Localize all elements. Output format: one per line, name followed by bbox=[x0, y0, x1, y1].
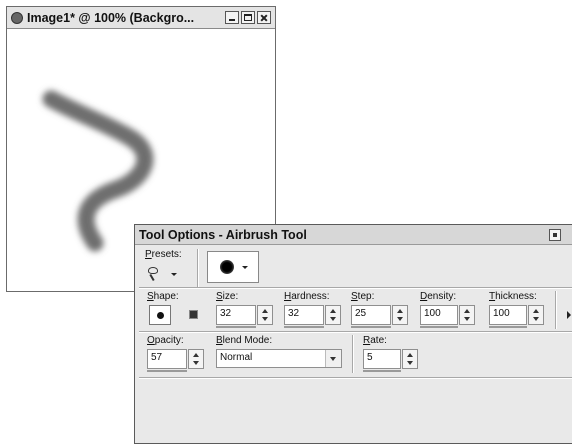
density-input[interactable]: 100 bbox=[420, 305, 458, 325]
minimize-button[interactable] bbox=[225, 11, 239, 24]
divider bbox=[555, 291, 557, 329]
divider bbox=[139, 331, 572, 333]
chevron-down-icon bbox=[171, 272, 177, 276]
opacity-spinner[interactable] bbox=[188, 349, 204, 369]
palette-menu-button[interactable] bbox=[549, 228, 561, 241]
opacity-input[interactable]: 57 bbox=[147, 349, 187, 369]
image-doc-icon bbox=[11, 11, 23, 24]
divider bbox=[197, 249, 199, 287]
brush-tip-selector[interactable] bbox=[207, 251, 259, 283]
square-shape-button[interactable] bbox=[183, 305, 205, 325]
step-label: Step: bbox=[351, 291, 375, 302]
presets-label: Presets: bbox=[145, 249, 182, 260]
thickness-slider[interactable] bbox=[489, 326, 527, 328]
chevron-down-icon bbox=[242, 266, 248, 269]
image-window-title: Image1* @ 100% (Backgro... bbox=[27, 10, 195, 25]
size-slider[interactable] bbox=[216, 326, 256, 328]
opacity-slider[interactable] bbox=[147, 370, 187, 372]
step-slider[interactable] bbox=[351, 326, 391, 328]
chevron-down-icon[interactable] bbox=[325, 350, 341, 367]
rate-input[interactable]: 5 bbox=[363, 349, 401, 369]
thickness-input[interactable]: 100 bbox=[489, 305, 527, 325]
round-brush-tip-icon bbox=[220, 260, 234, 274]
size-label: Size: bbox=[216, 291, 239, 302]
thickness-spinner[interactable] bbox=[528, 305, 544, 325]
rate-slider[interactable] bbox=[363, 370, 401, 372]
divider bbox=[352, 335, 354, 373]
tool-options-title: Tool Options - Airbrush Tool bbox=[139, 227, 307, 242]
density-spinner[interactable] bbox=[459, 305, 475, 325]
size-spinner[interactable] bbox=[257, 305, 273, 325]
hardness-slider[interactable] bbox=[284, 326, 324, 328]
presets-dropdown[interactable] bbox=[145, 265, 179, 283]
rate-spinner[interactable] bbox=[402, 349, 418, 369]
density-label: Density: bbox=[420, 291, 457, 302]
step-spinner[interactable] bbox=[392, 305, 408, 325]
size-input[interactable]: 32 bbox=[216, 305, 256, 325]
image-window-titlebar[interactable]: Image1* @ 100% (Backgro... bbox=[7, 7, 275, 29]
round-shape-button[interactable] bbox=[149, 305, 171, 325]
more-options-arrow[interactable] bbox=[567, 311, 571, 319]
shape-label: Shape: bbox=[147, 291, 179, 302]
blend-mode-select[interactable]: Normal bbox=[216, 349, 342, 368]
hardness-spinner[interactable] bbox=[325, 305, 341, 325]
thickness-label: Thickness: bbox=[489, 291, 537, 302]
tool-options-titlebar[interactable]: Tool Options - Airbrush Tool bbox=[135, 225, 572, 245]
maximize-button[interactable] bbox=[241, 11, 255, 24]
hardness-input[interactable]: 32 bbox=[284, 305, 324, 325]
divider bbox=[139, 287, 572, 289]
airbrush-preset-icon bbox=[145, 266, 161, 282]
density-slider[interactable] bbox=[420, 326, 458, 328]
hardness-label: Hardness: bbox=[284, 291, 330, 302]
airbrush-stroke bbox=[42, 90, 154, 252]
rate-label: Rate: bbox=[363, 335, 387, 346]
tool-options-palette[interactable]: Tool Options - Airbrush Tool Presets: Sh… bbox=[134, 224, 572, 444]
blend-mode-label: Blend Mode: bbox=[216, 335, 273, 346]
step-input[interactable]: 25 bbox=[351, 305, 391, 325]
blend-mode-value: Normal bbox=[220, 352, 253, 363]
close-button[interactable] bbox=[257, 11, 271, 24]
divider bbox=[139, 377, 572, 379]
opacity-label: Opacity: bbox=[147, 335, 184, 346]
